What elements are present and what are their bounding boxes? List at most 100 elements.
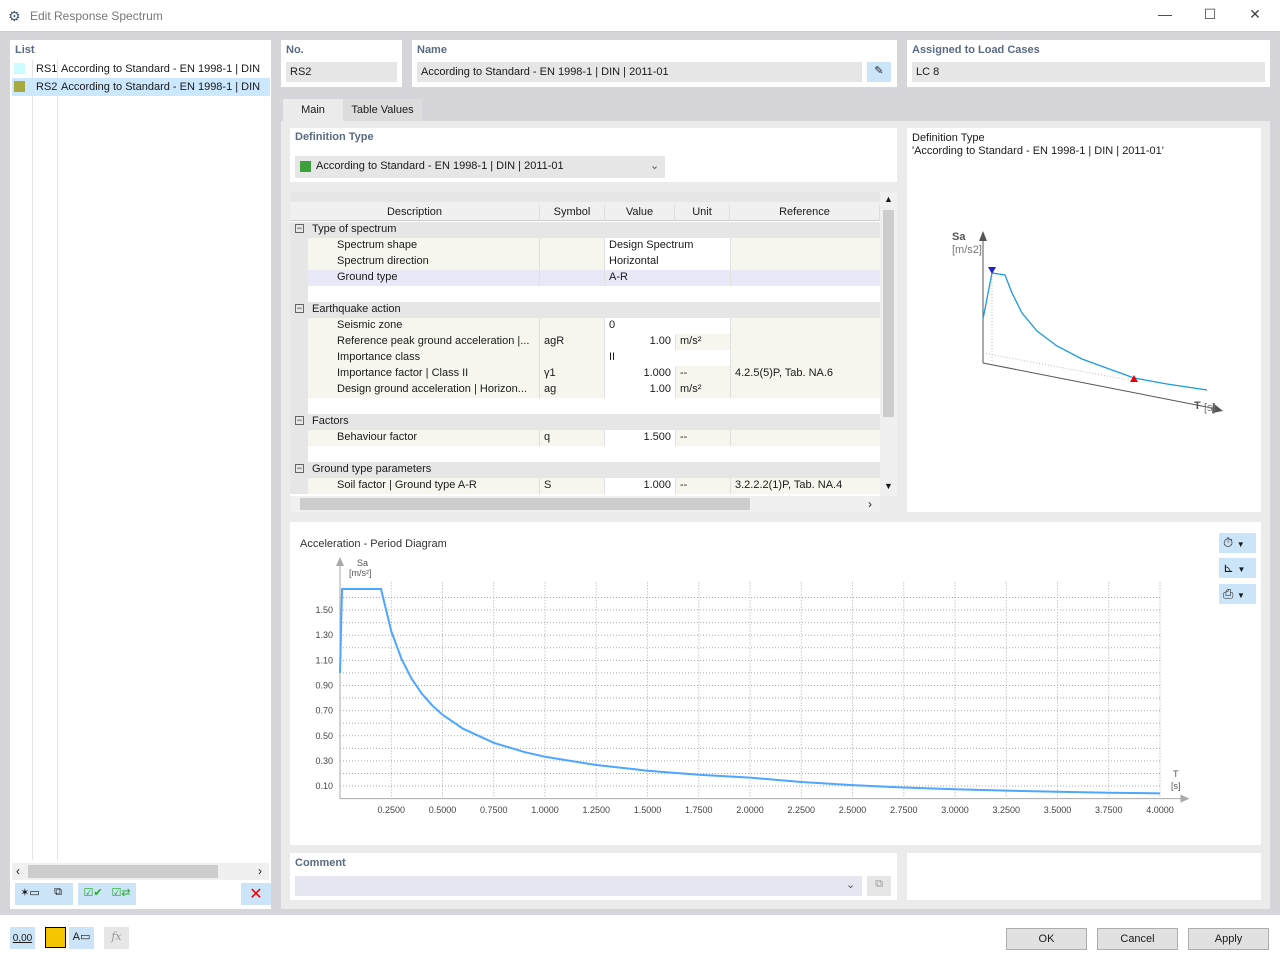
table-row[interactable]: Design ground acceleration | Horizon... … [290, 382, 880, 398]
x-tick-label: 2.7500 [890, 805, 918, 815]
list-item-name: According to Standard - EN 1998-1 | DIN [61, 63, 261, 75]
parameter-value[interactable]: Design Spectrum [605, 238, 730, 254]
parameter-value[interactable]: Horizontal [605, 254, 730, 270]
table-row[interactable]: Spectrum direction Horizontal [290, 254, 880, 270]
preview-diagram [979, 231, 1223, 413]
color-button[interactable] [45, 927, 66, 948]
table-row[interactable]: Spectrum shape Design Spectrum [290, 238, 880, 254]
apply-button[interactable]: Apply [1188, 928, 1269, 950]
toggle-check-button[interactable]: ☑⇄ [106, 883, 136, 905]
dropdown-arrow-icon: ▼ [1237, 565, 1246, 574]
comment-input[interactable] [295, 876, 862, 896]
parameter-symbol: ag [540, 382, 605, 398]
x-tick-label: 3.7500 [1095, 805, 1123, 815]
scroll-thumb[interactable] [300, 498, 750, 510]
x-tick-label: 0.7500 [480, 805, 508, 815]
display-options-button[interactable]: ⏱ ▼ [1219, 533, 1256, 553]
tab-table-values[interactable]: Table Values [343, 99, 422, 121]
minimize-button[interactable]: — [1150, 6, 1180, 26]
number-field[interactable]: RS2 [286, 62, 397, 82]
toggle-check-icon: ☑⇄ [111, 887, 131, 899]
formula-fx-icon: fx [111, 930, 122, 943]
parameter-value[interactable]: II [605, 350, 730, 366]
column-header: Symbol [540, 205, 605, 221]
x-axis-arrow [1180, 794, 1190, 803]
table-row[interactable]: Seismic zone 0 [290, 318, 880, 334]
close-button[interactable]: ✕ [1240, 6, 1270, 26]
edit-pencil-icon: ✎ [874, 65, 884, 77]
parameter-reference [730, 238, 880, 254]
edit-name-button[interactable]: ✎ [867, 62, 891, 82]
group-label: Type of spectrum [312, 223, 397, 235]
color-swatch [14, 63, 25, 74]
list-item[interactable]: RS2 According to Standard - EN 1998-1 | … [12, 78, 270, 96]
table-group-row[interactable]: − Type of spectrum [290, 222, 880, 238]
table-row[interactable]: Importance factor | Class II γ1 1.000 --… [290, 366, 880, 382]
name-field[interactable]: According to Standard - EN 1998-1 | DIN … [417, 62, 862, 82]
copy-item-button[interactable]: ⧉ [43, 883, 73, 905]
parameter-value[interactable]: 1.00 [605, 382, 675, 398]
collapse-icon[interactable]: − [295, 304, 304, 313]
table-hscrollbar[interactable]: › [290, 496, 880, 512]
column-header: Description [290, 205, 540, 221]
table-row[interactable]: Reference peak ground acceleration |... … [290, 334, 880, 350]
collapse-icon[interactable]: − [295, 464, 304, 473]
comment-library-button[interactable]: ⧉ [867, 876, 891, 896]
parameter-description: Ground type [333, 270, 540, 286]
x-tick-label: 3.2500 [992, 805, 1020, 815]
preview-x-label: T [1194, 400, 1201, 412]
table-group-row[interactable]: − Ground type parameters [290, 462, 880, 478]
parameter-value[interactable]: 1.000 [605, 478, 675, 494]
parameter-reference [730, 350, 880, 366]
table-group-row[interactable]: − Factors [290, 414, 880, 430]
parameter-reference [730, 318, 880, 334]
assigned-field[interactable]: LC 8 [912, 62, 1265, 82]
display-properties-button[interactable]: A▭ [69, 927, 94, 949]
new-item-button[interactable]: ✶▭ [15, 883, 45, 905]
scroll-thumb[interactable] [28, 865, 218, 878]
list-panel: List RS1 According to Standard - EN 1998… [10, 40, 271, 909]
list-label: List [15, 44, 35, 56]
parameter-value[interactable]: 1.000 [605, 366, 675, 382]
parameter-description: Importance factor | Class II [333, 366, 540, 382]
collapse-icon[interactable]: − [295, 416, 304, 425]
ok-button[interactable]: OK [1006, 928, 1087, 950]
maximize-button[interactable]: ☐ [1195, 6, 1225, 26]
definition-type-dropdown[interactable]: According to Standard - EN 1998-1 | DIN … [295, 156, 665, 178]
formula-button[interactable]: fx [104, 927, 129, 949]
parameter-reference: 3.2.2.2(1)P, Tab. NA.4 [730, 478, 880, 494]
tab-main[interactable]: Main [283, 99, 343, 121]
table-row[interactable]: Importance class II [290, 350, 880, 366]
list-item[interactable]: RS1 According to Standard - EN 1998-1 | … [12, 60, 270, 78]
table-spacer-row [290, 446, 880, 462]
units-button[interactable]: 0,00 [10, 927, 35, 949]
group-label: Earthquake action [312, 303, 401, 315]
title-bar: ⚙ Edit Response Spectrum — ☐ ✕ [0, 0, 1280, 32]
table-row[interactable]: Behaviour factor q 1.500 -- [290, 430, 880, 446]
scroll-thumb[interactable] [883, 210, 894, 417]
parameter-value[interactable]: A-R [605, 270, 730, 286]
chevron-down-icon[interactable]: ⌄ [846, 878, 855, 891]
delete-button[interactable]: ✕ [241, 883, 271, 905]
table-group-row[interactable]: − Earthquake action [290, 302, 880, 318]
table-vscrollbar[interactable]: ▲ ▼ [880, 192, 897, 496]
copy-window-icon: ⧉ [54, 886, 62, 898]
parameter-value[interactable]: 1.500 [605, 430, 675, 446]
cancel-button[interactable]: Cancel [1097, 928, 1178, 950]
table-row[interactable]: Ground type A-R [290, 270, 880, 286]
print-button[interactable]: ⎙ ▼ [1219, 584, 1256, 604]
number-panel: No. RS2 [281, 40, 402, 87]
dropdown-arrow-icon: ▼ [1237, 591, 1245, 600]
parameters-table: Description Symbol Value Unit Reference − Ty… [290, 192, 880, 496]
collapse-icon[interactable]: − [295, 224, 304, 233]
parameter-unit: -- [675, 430, 730, 446]
parameter-value[interactable]: 1.00 [605, 334, 675, 350]
parameter-value[interactable]: 0 [605, 318, 730, 334]
check-all-button[interactable]: ☑✔ [78, 883, 108, 905]
column-header: Value [605, 205, 675, 221]
axis-options-button[interactable]: ⊾ ▼ [1219, 558, 1256, 578]
list-hscrollbar[interactable]: ‹ › [12, 863, 269, 880]
parameter-unit: -- [675, 366, 730, 382]
table-row[interactable]: Soil factor | Ground type A-R S 1.000 --… [290, 478, 880, 494]
chart-y-label: Sa [357, 558, 369, 568]
